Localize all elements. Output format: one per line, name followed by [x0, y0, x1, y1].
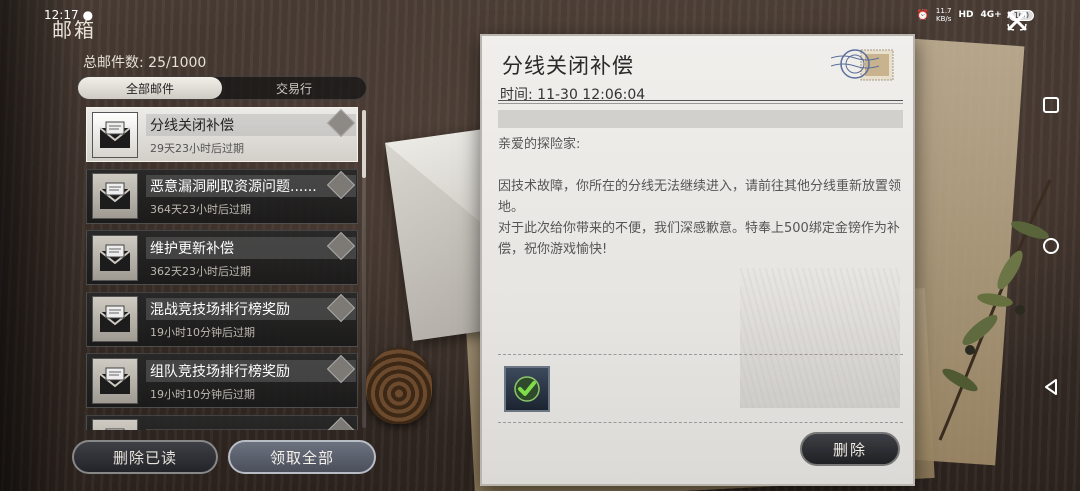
- mail-item-text: 恶意漏洞刷取资源问题...... 364天23小时后过期: [146, 175, 356, 217]
- network-speed: 11.7 KB/s: [936, 7, 952, 23]
- back-icon[interactable]: [1040, 376, 1062, 398]
- tab-trading-house[interactable]: 交易行: [222, 77, 366, 99]
- mail-item-subject: 混战竞技场排行榜奖励: [146, 298, 356, 320]
- mail-item-subject: 恶意漏洞刷取资源问题......: [146, 175, 356, 197]
- mail-item-text: 分线关闭补偿 29天23小时后过期: [146, 113, 356, 156]
- envelope-icon: [92, 234, 138, 281]
- mail-item-expiry: 19小时10分钟后过期: [150, 387, 255, 401]
- signal-indicator: 4G+: [980, 10, 1002, 20]
- mail-item-subject: 维护更新补偿: [146, 236, 356, 259]
- mail-item-text: 组队竞技场排行榜奖励 19小时10分钟后过期: [146, 359, 356, 402]
- mail-tabs: 全部邮件 交易行: [77, 76, 367, 100]
- delete-button[interactable]: 删除: [800, 432, 900, 466]
- mail-list-item[interactable]: 维护更新补偿: [86, 414, 358, 430]
- mail-item-subject: 组队竞技场排行榜奖励: [146, 359, 356, 382]
- claim-all-button[interactable]: 领取全部: [228, 440, 376, 474]
- mail-list-scrollbar-thumb[interactable]: [362, 110, 366, 178]
- mail-count: 总邮件数: 25/1000: [83, 55, 207, 71]
- mail-item-expiry: 362天23小时后过期: [150, 264, 251, 278]
- envelope-icon: [92, 111, 138, 158]
- mail-greeting: 亲爱的探险家:: [498, 137, 581, 152]
- status-bar: 12:17 ● ⏰ 11.7 KB/s HD 4G+ 100: [0, 0, 1080, 30]
- mail-body: 亲爱的探险家: 因技术故障，你所在的分线无法继续进入，请前往其他分线重新放置领地…: [498, 134, 908, 260]
- left-shadow: [0, 0, 80, 491]
- mail-paragraph-1: 因技术故障，你所在的分线无法继续进入，请前往其他分线重新放置领地。: [498, 179, 902, 215]
- mail-item-subject: 维护更新补偿: [146, 429, 356, 430]
- postmark-stamp-icon: [831, 49, 894, 81]
- page-title: 邮箱: [52, 18, 96, 42]
- attachment-slot[interactable]: [504, 366, 550, 412]
- network-speed-unit: KB/s: [936, 15, 952, 23]
- mail-item-expiry: 364天23小时后过期: [150, 203, 251, 216]
- mail-item-text: 维护更新补偿 362天23小时后过期: [146, 236, 356, 279]
- title-divider: [498, 100, 903, 104]
- mail-item-expiry: 29天23小时后过期: [150, 141, 244, 155]
- home-icon[interactable]: [1040, 235, 1062, 257]
- olive-branch-decoration: [938, 179, 1052, 441]
- mail-list-item[interactable]: 组队竞技场排行榜奖励 19小时10分钟后过期: [86, 353, 358, 408]
- mail-detail-title: 分线关闭补偿: [502, 54, 634, 78]
- castle-sketch-decoration: [740, 268, 900, 408]
- envelope-icon: [92, 173, 138, 219]
- gift-icon: [326, 416, 356, 430]
- network-speed-value: 11.7: [935, 7, 952, 15]
- envelope-icon: [92, 296, 138, 342]
- mail-detail-panel: 分线关闭补偿 时间: 11-30 12:06:04 亲爱的探险家: 因技术故障，…: [480, 34, 915, 486]
- envelope-icon: [92, 357, 138, 404]
- mail-item-text: 维护更新补偿: [146, 429, 356, 430]
- mail-item-text: 混战竞技场排行榜奖励 19小时10分钟后过期: [146, 298, 356, 340]
- delete-read-button[interactable]: 删除已读: [72, 440, 218, 474]
- header-band: [498, 110, 903, 128]
- mail-list: 分线关闭补偿 29天23小时后过期恶意漏洞刷取资源问题...... 364天23小时…: [86, 107, 362, 430]
- recent-apps-icon[interactable]: [1040, 94, 1062, 116]
- green-check-icon: [514, 376, 540, 402]
- mail-list-item[interactable]: 维护更新补偿 362天23小时后过期: [86, 230, 358, 285]
- attachment-divider-bottom: [498, 422, 903, 423]
- mail-item-expiry: 19小时10分钟后过期: [150, 326, 255, 339]
- mail-list-item[interactable]: 混战竞技场排行榜奖励 19小时10分钟后过期: [86, 291, 358, 347]
- alarm-icon: ⏰: [916, 9, 929, 21]
- mail-list-item[interactable]: 分线关闭补偿 29天23小时后过期: [86, 107, 358, 162]
- pinecone-decoration: [366, 348, 432, 424]
- tab-all-mail[interactable]: 全部邮件: [78, 77, 222, 99]
- mail-paragraph-2: 对于此次给你带来的不便，我们深感歉意。特奉上500绑定金镑作为补偿，祝你游戏愉快…: [498, 221, 900, 257]
- close-icon[interactable]: [1006, 10, 1028, 32]
- mail-item-subject: 分线关闭补偿: [146, 113, 356, 136]
- attachment-divider-top: [498, 354, 903, 355]
- mail-list-item[interactable]: 恶意漏洞刷取资源问题...... 364天23小时后过期: [86, 168, 358, 224]
- hd-indicator: HD: [958, 10, 974, 20]
- envelope-icon: [92, 419, 138, 430]
